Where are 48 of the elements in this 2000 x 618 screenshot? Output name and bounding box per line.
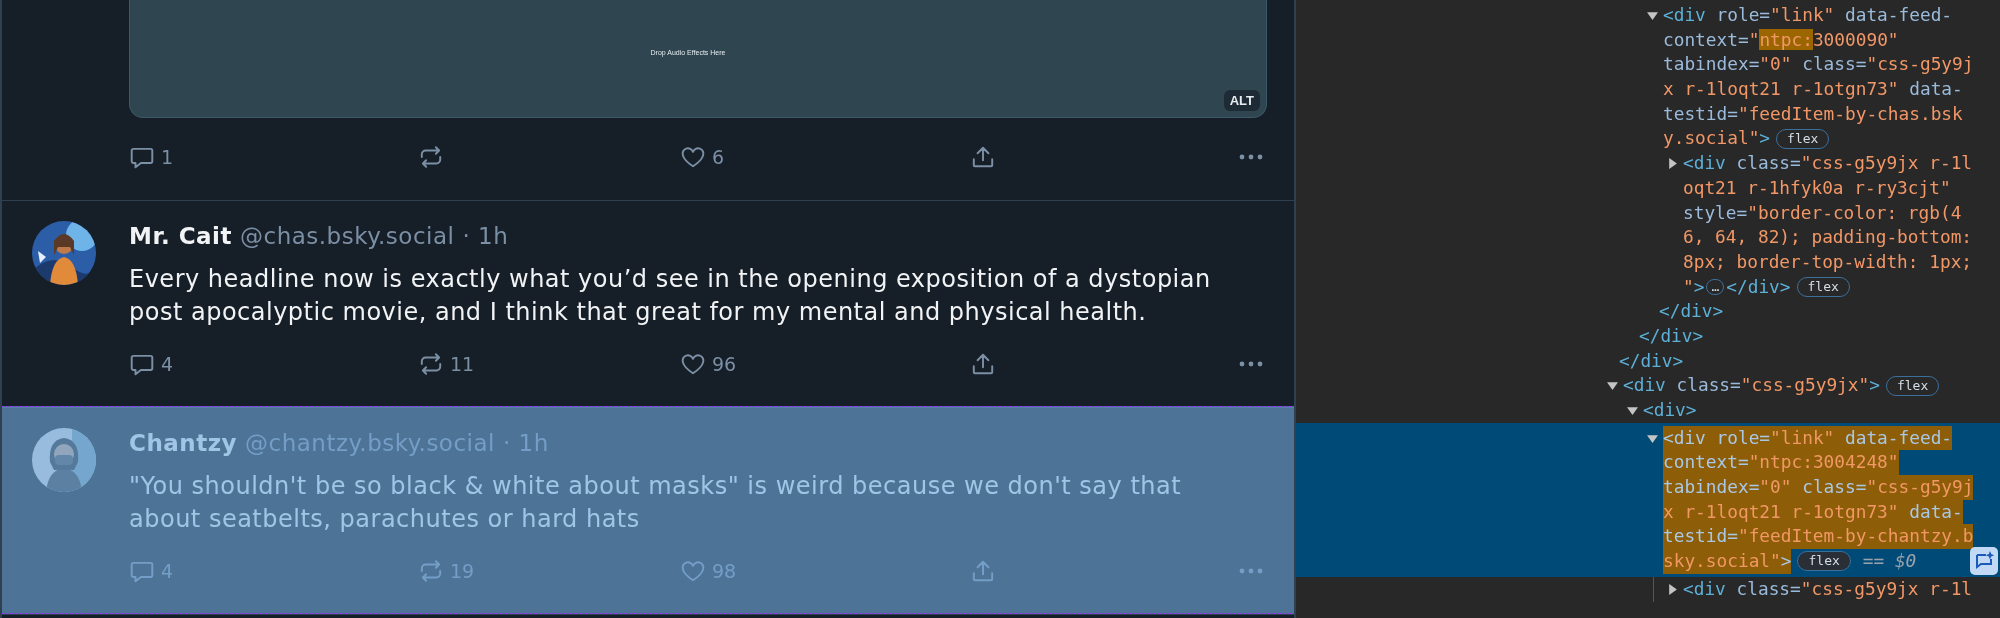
code-line: style="border-color: rgb(4 <box>1683 200 1962 225</box>
code-line: tabindex="0" class="css-g5y9j <box>1663 52 1974 77</box>
repost-icon[interactable] <box>418 144 444 170</box>
console-reference: == $0 <box>1862 549 1917 574</box>
code-line: <div class="css-g5y9jx r-1l <box>1683 576 1973 601</box>
reply-button[interactable]: 1 <box>129 144 174 170</box>
disclosure-triangle-icon[interactable] <box>1647 432 1658 444</box>
author-name[interactable]: Chantzy <box>129 428 238 458</box>
code-line: </div> <box>1659 299 1724 324</box>
disclosure-triangle-icon[interactable] <box>1647 10 1658 21</box>
disclosure-triangle-icon[interactable] <box>1607 380 1618 392</box>
reply-button[interactable]: 4 <box>129 351 174 377</box>
alt-text-button[interactable]: ALT <box>1223 90 1260 111</box>
flex-badge[interactable]: flex <box>1797 551 1851 572</box>
code-line: <div role="link" data-feed- <box>1663 3 1953 27</box>
code-line: </div> <box>1639 323 1704 348</box>
repost-icon[interactable] <box>418 351 444 377</box>
like-button[interactable]: 96 <box>680 351 737 377</box>
post-time[interactable]: · 1h <box>462 221 509 251</box>
disclosure-triangle-icon[interactable] <box>1667 583 1678 595</box>
code-line: y.social"> <box>1663 126 1771 151</box>
code-line: </div> <box>1726 274 1791 299</box>
code-line: <div class="css-g5y9jx r-1l <box>1683 151 1973 176</box>
share-icon[interactable] <box>970 351 996 377</box>
code-line: 6, 64, 82); padding-bottom: <box>1683 225 1973 250</box>
code-line: 8px; border-top-width: 1px; <box>1683 249 1973 274</box>
more-options-icon[interactable] <box>1239 153 1263 161</box>
code-line: <div class="css-g5y9jx"> <box>1623 373 1880 398</box>
heart-icon[interactable] <box>680 351 706 377</box>
code-line: oqt21 r-1hfyk0a r-ry3cjt" <box>1683 175 1951 200</box>
more-options-icon[interactable] <box>1239 360 1263 368</box>
disclosure-triangle-icon[interactable] <box>1627 405 1638 416</box>
code-line: "> <box>1683 274 1705 299</box>
disclosure-triangle-icon[interactable] <box>1667 158 1678 170</box>
heart-icon[interactable] <box>680 144 706 170</box>
post-text: "You shouldn't be so black & white about masks" is weird because we don't say that about seatbelts, parachutes or hard hats <box>129 471 1183 535</box>
author-name[interactable]: Mr. Cait <box>129 221 232 251</box>
code-line: context="ntpc:3000090" <box>1663 27 1899 52</box>
code-line: testid="feedItem-by-chas.bsk <box>1663 101 1963 126</box>
repost-button[interactable]: 11 <box>418 351 475 377</box>
post-text: Every headline now is exactly what you’d see in the opening exposition of a dystopian post apocalyptic movie, and I think that great for my mental and physical health. <box>129 264 1212 328</box>
code-line: x r-1loqt21 r-1otgn73" data- <box>1663 77 1963 102</box>
share-icon[interactable] <box>970 144 996 170</box>
code-line: </div> <box>1619 348 1684 373</box>
author-handle[interactable]: @chas.bsky.social <box>240 221 455 251</box>
chat-sparkle-icon[interactable] <box>1970 546 1998 575</box>
like-button[interactable]: 6 <box>680 144 725 170</box>
code-line: <div> <box>1643 398 1697 422</box>
